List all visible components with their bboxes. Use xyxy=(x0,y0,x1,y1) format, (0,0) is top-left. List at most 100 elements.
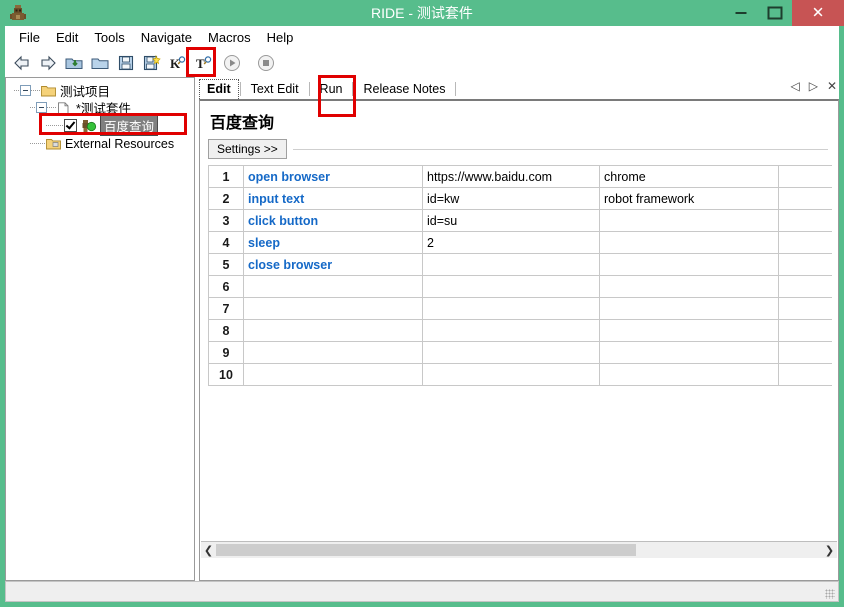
cell-arg3[interactable] xyxy=(778,209,832,232)
table-row[interactable]: 2 input text id=kw robot framework xyxy=(208,187,832,210)
cell-keyword[interactable]: click button xyxy=(243,209,423,232)
cell-arg3[interactable] xyxy=(778,297,832,320)
tree-item-suite[interactable]: *测试套件 xyxy=(6,99,194,116)
table-row[interactable]: 7 xyxy=(208,297,832,320)
cell-keyword[interactable] xyxy=(243,341,423,364)
expander-icon[interactable] xyxy=(20,85,31,96)
cell-arg1[interactable] xyxy=(422,319,600,342)
stop-icon[interactable] xyxy=(254,51,278,75)
cell-arg3[interactable] xyxy=(778,363,832,386)
menu-item-tools[interactable]: Tools xyxy=(86,28,132,47)
row-number[interactable]: 2 xyxy=(208,187,244,210)
search-keyword-icon[interactable]: K xyxy=(166,51,190,75)
table-row[interactable]: 4 sleep 2 xyxy=(208,231,832,254)
cell-arg1[interactable] xyxy=(422,253,600,276)
close-button[interactable]: ✕ xyxy=(792,0,844,26)
run-icon[interactable] xyxy=(220,51,244,75)
cell-arg3[interactable] xyxy=(778,231,832,254)
tree-item-external-resources[interactable]: External Resources xyxy=(6,135,194,152)
row-number[interactable]: 5 xyxy=(208,253,244,276)
row-number[interactable]: 9 xyxy=(208,341,244,364)
keyword-grid-wrapper[interactable]: 1 open browser https://www.baidu.com chrome… xyxy=(208,165,832,512)
tree-item-testcase-baidu[interactable]: 百度查询 xyxy=(6,115,194,136)
table-row[interactable]: 3 click button id=su xyxy=(208,209,832,232)
cell-keyword[interactable]: input text xyxy=(243,187,423,210)
cell-arg1[interactable] xyxy=(422,341,600,364)
menu-item-help[interactable]: Help xyxy=(259,28,302,47)
cell-arg1[interactable] xyxy=(422,275,600,298)
cell-arg3[interactable] xyxy=(778,253,832,276)
cell-arg1[interactable]: id=su xyxy=(422,209,600,232)
cell-arg3[interactable] xyxy=(778,341,832,364)
table-row[interactable]: 8 xyxy=(208,319,832,342)
table-row[interactable]: 5 close browser xyxy=(208,253,832,276)
cell-arg3[interactable] xyxy=(778,319,832,342)
cell-arg2[interactable] xyxy=(599,319,779,342)
cell-arg2[interactable]: chrome xyxy=(599,165,779,188)
search-tests-icon[interactable]: T xyxy=(192,51,216,75)
tab-next-icon[interactable]: ▷ xyxy=(809,79,818,93)
back-icon[interactable] xyxy=(10,51,34,75)
save-icon[interactable] xyxy=(114,51,138,75)
cell-arg1[interactable] xyxy=(422,297,600,320)
expander-icon[interactable] xyxy=(36,102,47,113)
cell-arg1[interactable]: 2 xyxy=(422,231,600,254)
cell-keyword[interactable] xyxy=(243,319,423,342)
tab-release-notes[interactable]: Release Notes xyxy=(354,80,454,99)
cell-arg2[interactable] xyxy=(599,275,779,298)
cell-keyword[interactable]: open browser xyxy=(243,165,423,188)
tab-text-edit[interactable]: Text Edit xyxy=(242,80,308,99)
table-row[interactable]: 1 open browser https://www.baidu.com chrome xyxy=(208,165,832,188)
menu-item-edit[interactable]: Edit xyxy=(48,28,86,47)
row-number[interactable]: 6 xyxy=(208,275,244,298)
cell-arg2[interactable] xyxy=(599,297,779,320)
cell-keyword[interactable] xyxy=(243,297,423,320)
save-all-icon[interactable] xyxy=(140,51,164,75)
menu-item-macros[interactable]: Macros xyxy=(200,28,259,47)
table-row[interactable]: 10 xyxy=(208,363,832,386)
menu-item-file[interactable]: File xyxy=(11,28,48,47)
tab-run[interactable]: Run xyxy=(311,80,352,99)
tab-prev-icon[interactable]: ◁ xyxy=(790,79,799,93)
settings-button[interactable]: Settings >> xyxy=(208,139,287,159)
row-number[interactable]: 4 xyxy=(208,231,244,254)
cell-arg2[interactable] xyxy=(599,363,779,386)
cell-arg1[interactable]: id=kw xyxy=(422,187,600,210)
scroll-right-icon[interactable]: ❯ xyxy=(822,542,837,558)
cell-keyword[interactable]: close browser xyxy=(243,253,423,276)
cell-keyword[interactable] xyxy=(243,275,423,298)
cell-keyword[interactable] xyxy=(243,363,423,386)
row-number[interactable]: 1 xyxy=(208,165,244,188)
maximize-button[interactable] xyxy=(758,0,792,26)
row-number[interactable]: 10 xyxy=(208,363,244,386)
menu-item-navigate[interactable]: Navigate xyxy=(133,28,200,47)
cell-arg2[interactable] xyxy=(599,253,779,276)
scrollbar-track[interactable] xyxy=(216,542,822,558)
resize-grip[interactable] xyxy=(825,589,835,599)
cell-arg3[interactable] xyxy=(778,275,832,298)
minimize-button[interactable] xyxy=(724,0,758,26)
cell-arg2[interactable] xyxy=(599,231,779,254)
testcase-checkbox[interactable] xyxy=(64,119,77,132)
scroll-left-icon[interactable]: ❮ xyxy=(201,542,216,558)
open-directory-icon[interactable] xyxy=(62,51,86,75)
horizontal-scrollbar[interactable]: ❮ ❯ xyxy=(201,541,837,558)
tab-close-icon[interactable]: ✕ xyxy=(827,79,837,93)
row-number[interactable]: 3 xyxy=(208,209,244,232)
tree-item-project[interactable]: 测试项目 xyxy=(6,82,194,99)
test-tree-panel[interactable]: 测试项目 *测试套件 百度查询 External Resources xyxy=(5,77,195,581)
cell-arg2[interactable]: robot framework xyxy=(599,187,779,210)
cell-arg2[interactable] xyxy=(599,341,779,364)
cell-arg1[interactable] xyxy=(422,363,600,386)
row-number[interactable]: 7 xyxy=(208,297,244,320)
cell-keyword[interactable]: sleep xyxy=(243,231,423,254)
forward-icon[interactable] xyxy=(36,51,60,75)
cell-arg3[interactable] xyxy=(778,165,832,188)
cell-arg3[interactable] xyxy=(778,187,832,210)
open-folder-icon[interactable] xyxy=(88,51,112,75)
cell-arg1[interactable]: https://www.baidu.com xyxy=(422,165,600,188)
table-row[interactable]: 9 xyxy=(208,341,832,364)
row-number[interactable]: 8 xyxy=(208,319,244,342)
tab-edit[interactable]: Edit xyxy=(199,79,239,99)
table-row[interactable]: 6 xyxy=(208,275,832,298)
